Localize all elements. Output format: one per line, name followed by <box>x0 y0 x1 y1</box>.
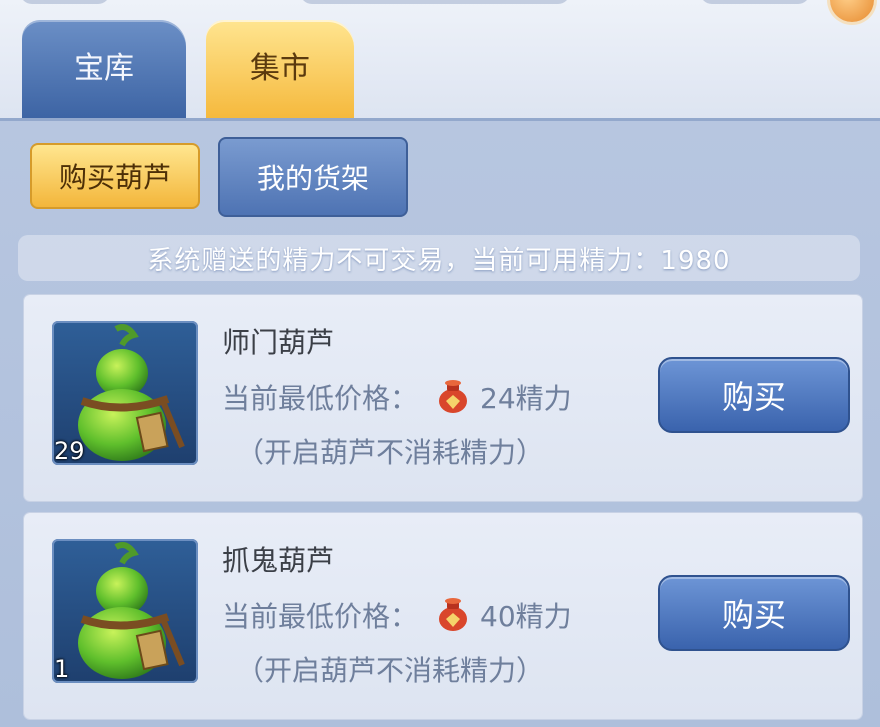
subtab-buy-gourd-label: 购买葫芦 <box>58 161 171 194</box>
price-label: 当前最低价格： <box>222 600 419 633</box>
buy-button[interactable]: 购买 <box>658 357 850 433</box>
item-name: 抓鬼葫芦 <box>222 544 335 577</box>
price-label: 当前最低价格： <box>222 382 419 415</box>
corner-orb-icon[interactable] <box>830 0 874 22</box>
energy-pot-icon <box>439 598 468 631</box>
price-value: 40精力 <box>480 600 572 633</box>
item-icon-frame: 29 <box>52 321 198 465</box>
tab-treasury[interactable]: 宝库 <box>22 20 186 118</box>
item-name: 师门葫芦 <box>222 326 335 359</box>
top-bar-edge <box>300 0 570 4</box>
subtab-my-shelf[interactable]: 我的货架 <box>218 137 408 217</box>
subtab-my-shelf-label: 我的货架 <box>256 162 369 195</box>
item-card: 29 师门葫芦 当前最低价格： 24精力 （开启葫芦不消耗精力） 购买 <box>24 295 862 501</box>
item-count: 1 <box>54 655 70 683</box>
price-row: 当前最低价格： 24精力 <box>222 377 572 417</box>
tab-treasury-label: 宝库 <box>74 51 134 86</box>
top-bar-edge <box>700 0 810 4</box>
item-note: （开启葫芦不消耗精力） <box>236 436 545 469</box>
item-icon-frame: 1 <box>52 539 198 683</box>
energy-pot-icon <box>439 380 468 413</box>
green-gourd-icon <box>78 542 185 679</box>
buy-button-label: 购买 <box>721 596 786 634</box>
item-card: 1 抓鬼葫芦 当前最低价格： 40精力 （开启葫芦不消耗精力） 购买 <box>24 513 862 719</box>
item-count: 29 <box>54 437 85 465</box>
price-value: 24精力 <box>480 382 572 415</box>
buy-button[interactable]: 购买 <box>658 575 850 651</box>
subtab-buy-gourd[interactable]: 购买葫芦 <box>30 143 200 209</box>
price-row: 当前最低价格： 40精力 <box>222 595 572 635</box>
tab-market[interactable]: 集市 <box>206 20 354 118</box>
energy-notice: 系统赠送的精力不可交易，当前可用精力：1980 <box>18 235 860 281</box>
top-bar-edge <box>20 0 110 4</box>
buy-button-label: 购买 <box>721 378 786 416</box>
item-note: （开启葫芦不消耗精力） <box>236 654 545 687</box>
market-panel: 购买葫芦 我的货架 系统赠送的精力不可交易，当前可用精力：1980 29 师门葫… <box>0 118 880 727</box>
tab-market-label: 集市 <box>250 51 310 86</box>
